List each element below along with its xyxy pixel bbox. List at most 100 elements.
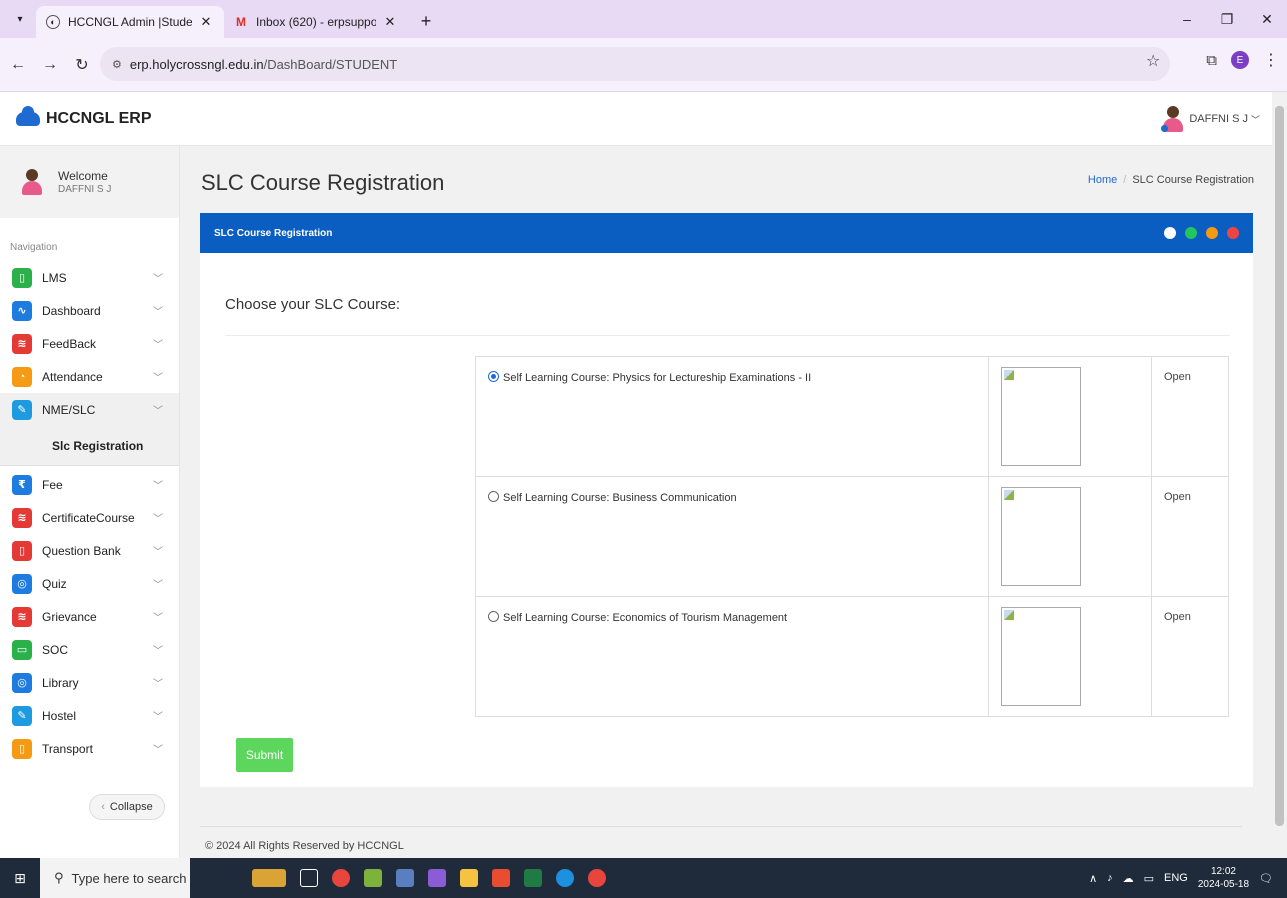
file-explorer-icon[interactable] bbox=[460, 869, 478, 887]
sidebar-item-label: Attendance bbox=[42, 369, 103, 384]
widgets-icon[interactable] bbox=[252, 869, 286, 887]
profile-avatar[interactable]: E bbox=[1231, 51, 1249, 69]
broken-image-icon bbox=[1001, 487, 1081, 586]
submit-button[interactable]: Submit bbox=[236, 738, 293, 772]
course-status-cell: Open bbox=[1151, 596, 1229, 717]
minimize-card-icon[interactable] bbox=[1206, 227, 1218, 239]
tab-close-icon[interactable]: ✕ bbox=[382, 14, 398, 30]
sidebar-item-transport[interactable]: ▯ Transport ﹀ bbox=[0, 732, 179, 765]
snipping-icon[interactable] bbox=[396, 869, 414, 887]
sidebar-item-lms[interactable]: ▯ LMS ﹀ bbox=[0, 261, 179, 294]
page-scrollbar[interactable] bbox=[1272, 92, 1287, 858]
sidebar-item-quiz[interactable]: ◎ Quiz ﹀ bbox=[0, 567, 179, 600]
sidebar-item-feedback[interactable]: ≋ FeedBack ﹀ bbox=[0, 327, 179, 360]
chevron-down-icon: ﹀ bbox=[153, 373, 163, 384]
chevron-down-icon: ﹀ bbox=[153, 580, 163, 591]
course-image-cell bbox=[988, 596, 1152, 717]
site-info-icon[interactable]: ⚙ bbox=[112, 58, 122, 71]
sidebar-item-label: Grievance bbox=[42, 609, 97, 624]
clock-date: 2024-05-18 bbox=[1197, 879, 1250, 890]
tray-chevron-icon[interactable]: ∧ bbox=[1089, 872, 1097, 885]
edit-icon: ✎ bbox=[12, 705, 32, 726]
expand-icon[interactable] bbox=[1164, 227, 1176, 239]
clock[interactable]: 12:02 2024-05-18 bbox=[1198, 865, 1249, 891]
welcome-title: Welcome bbox=[58, 169, 108, 183]
sidebar-item-hostel[interactable]: ✎ Hostel ﹀ bbox=[0, 699, 179, 732]
broken-image-icon bbox=[1001, 607, 1081, 706]
pulse-icon: ∿ bbox=[12, 300, 32, 321]
page-title: SLC Course Registration bbox=[201, 170, 445, 195]
window-close-icon[interactable]: ✕ bbox=[1247, 0, 1287, 38]
sidebar-item-grievance[interactable]: ≋ Grievance ﹀ bbox=[0, 600, 179, 633]
url-host: erp.holycrossngl.edu.in bbox=[129, 56, 264, 72]
bookmark-star-icon[interactable]: ☆ bbox=[1146, 51, 1160, 71]
rss-icon: ≋ bbox=[12, 606, 32, 627]
clock-icon: ◔ bbox=[12, 366, 32, 387]
language-indicator[interactable]: ENG bbox=[1164, 872, 1188, 884]
notifications-icon[interactable]: 🗨 bbox=[1259, 872, 1273, 885]
card-title: SLC Course Registration bbox=[214, 227, 333, 239]
chrome-icon[interactable] bbox=[332, 869, 350, 887]
sidebar-item-attendance[interactable]: ◔ Attendance ﹀ bbox=[0, 360, 179, 393]
sidebar-item-dashboard[interactable]: ∿ Dashboard ﹀ bbox=[0, 294, 179, 327]
course-radio[interactable] bbox=[488, 371, 499, 382]
brand-logo[interactable]: HCCNGL ERP bbox=[16, 105, 152, 128]
new-tab-icon[interactable]: + bbox=[414, 9, 438, 33]
scrollbar-thumb[interactable] bbox=[1275, 106, 1284, 826]
user-menu[interactable]: DAFFNI S J ﹀ bbox=[1161, 106, 1260, 132]
collapse-button[interactable]: ‹ Collapse bbox=[89, 794, 165, 820]
course-name-cell: Self Learning Course: Physics for Lectur… bbox=[475, 356, 989, 477]
course-prompt: Choose your SLC Course: bbox=[225, 296, 401, 313]
footer-copyright: © 2024 All Rights Reserved by HCCNGL bbox=[205, 840, 404, 852]
sidebar-item-library[interactable]: ◎ Library ﹀ bbox=[0, 666, 179, 699]
sidebar-item-nme-slc[interactable]: ✎ NME/SLC ﹀ bbox=[0, 393, 179, 426]
visual-studio-icon[interactable] bbox=[428, 869, 446, 887]
sidebar-item-fee[interactable]: ₹ Fee ﹀ bbox=[0, 468, 179, 501]
refresh-icon[interactable] bbox=[1185, 227, 1197, 239]
restore-icon[interactable]: ❐ bbox=[1207, 0, 1247, 38]
skype-icon[interactable] bbox=[556, 869, 574, 887]
course-radio[interactable] bbox=[488, 491, 499, 502]
cloud-icon bbox=[16, 105, 40, 126]
taskbar-search[interactable]: ⚲ Type here to search bbox=[40, 858, 190, 898]
sidebar-item-label: CertificateCourse bbox=[42, 510, 135, 525]
browser-tabstrip: ▾ ◐ HCCNGL Admin |Student ✕ M Inbox (620… bbox=[0, 0, 1287, 38]
table-row: Self Learning Course: Physics for Lectur… bbox=[475, 356, 1229, 477]
course-status-cell: Open bbox=[1151, 476, 1229, 597]
course-name: Self Learning Course: Business Communica… bbox=[503, 492, 737, 504]
tab-close-icon[interactable]: ✕ bbox=[198, 14, 214, 30]
window-icon: ▭ bbox=[12, 639, 32, 660]
cloud-sync-icon[interactable]: ☁ bbox=[1123, 872, 1134, 885]
windows-start-icon[interactable]: ⊞ bbox=[0, 858, 40, 898]
browser-menu-icon[interactable]: ⋮ bbox=[1263, 50, 1279, 70]
tab-inbox[interactable]: M Inbox (620) - erpsupport@holy ✕ bbox=[224, 6, 408, 38]
breadcrumb-home-link[interactable]: Home bbox=[1088, 174, 1117, 186]
chrome-profile-icon[interactable] bbox=[588, 869, 606, 887]
reload-icon[interactable]: ↻ bbox=[68, 51, 96, 79]
git-icon[interactable] bbox=[492, 869, 510, 887]
minimize-icon[interactable]: – bbox=[1167, 0, 1207, 38]
forward-icon[interactable]: → bbox=[36, 51, 64, 79]
taskbar-apps bbox=[252, 869, 606, 887]
chevron-left-icon: ‹ bbox=[101, 801, 105, 813]
address-bar[interactable]: ⚙ erp.holycrossngl.edu.in/DashBoard/STUD… bbox=[100, 47, 1170, 81]
edit-icon: ✎ bbox=[12, 399, 32, 420]
chevron-down-icon: ﹀ bbox=[153, 613, 163, 624]
extensions-icon[interactable]: ⧉ bbox=[1206, 52, 1217, 69]
sidebar-item-question-bank[interactable]: ▯ Question Bank ﹀ bbox=[0, 534, 179, 567]
notepad-icon[interactable] bbox=[364, 869, 382, 887]
volume-icon[interactable]: ♪ bbox=[1107, 872, 1113, 884]
network-icon[interactable]: ▭ bbox=[1144, 872, 1154, 885]
course-radio[interactable] bbox=[488, 611, 499, 622]
tab-hccngl-admin[interactable]: ◐ HCCNGL Admin |Student ✕ bbox=[36, 6, 224, 38]
task-view-icon[interactable] bbox=[300, 869, 318, 887]
back-icon[interactable]: ← bbox=[4, 51, 32, 79]
sidebar-item-soc[interactable]: ▭ SOC ﹀ bbox=[0, 633, 179, 666]
tab-search-chevron-icon[interactable]: ▾ bbox=[6, 5, 34, 33]
sidebar-subitem-slc-registration[interactable]: Slc Registration bbox=[0, 426, 179, 466]
sidebar-item-label: Library bbox=[42, 675, 79, 690]
excel-icon[interactable] bbox=[524, 869, 542, 887]
close-card-icon[interactable] bbox=[1227, 227, 1239, 239]
welcome-panel: Welcome DAFFNI S J bbox=[0, 146, 179, 218]
sidebar-item-certificatecourse[interactable]: ≋ CertificateCourse ﹀ bbox=[0, 501, 179, 534]
